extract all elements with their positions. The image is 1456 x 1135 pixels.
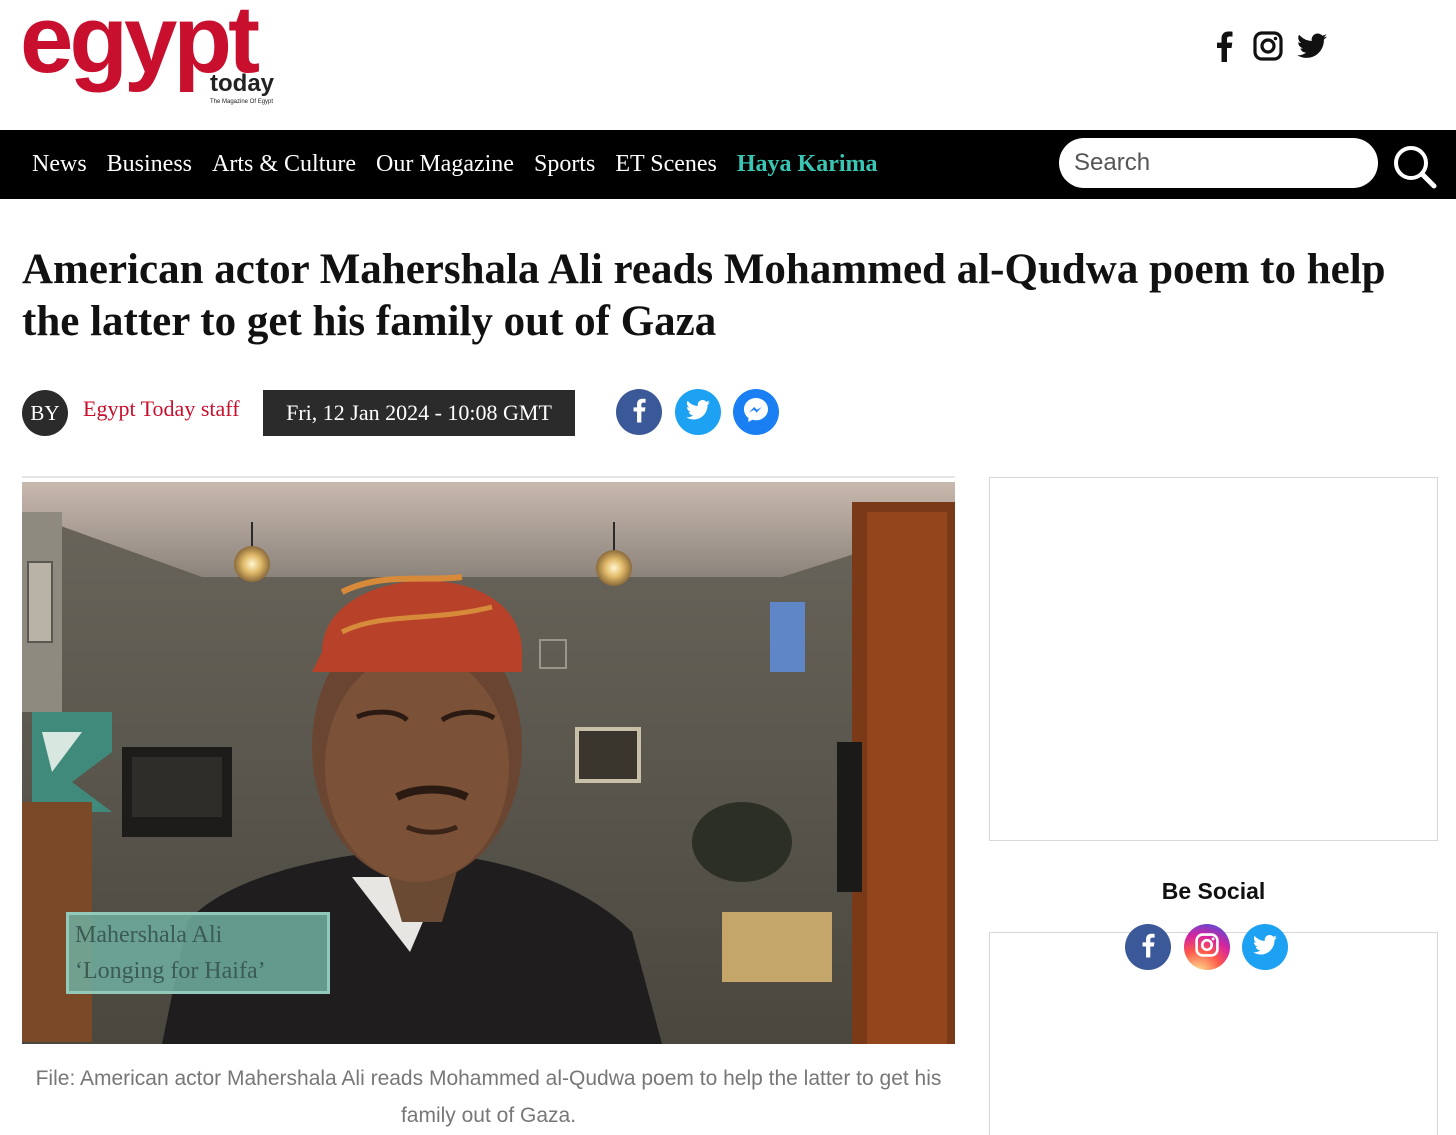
nav-item-haya-karima[interactable]: Haya Karima	[737, 151, 878, 178]
egypt-today-logo[interactable]: egypt today The Magazine Of Egypt	[20, 0, 300, 112]
search-box	[1059, 138, 1378, 188]
be-social-heading: Be Social	[1161, 878, 1266, 904]
photo-caption: File: American actor Mahershala Ali read…	[35, 1067, 942, 1127]
nav-item-et-scenes[interactable]: ET Scenes	[615, 151, 717, 178]
by-badge: BY	[22, 390, 68, 436]
author-link[interactable]: Egypt Today staff	[83, 396, 240, 422]
sidebar-ad-slot	[989, 477, 1438, 841]
share-twitter-button[interactable]	[675, 389, 721, 435]
nav-items: News Business Arts & Culture Our Magazin…	[32, 130, 878, 199]
instagram-icon	[1194, 932, 1220, 963]
nav-item-our-magazine[interactable]: Our Magazine	[376, 151, 514, 178]
nav-item-news[interactable]: News	[32, 151, 87, 178]
facebook-icon	[1141, 932, 1155, 963]
twitter-icon[interactable]	[1296, 28, 1328, 64]
site-header: egypt today The Magazine Of Egypt	[0, 0, 1456, 130]
facebook-icon	[632, 397, 646, 428]
article-photo[interactable]: Mahershala Ali ‘Longing for Haifa’	[22, 482, 955, 1044]
logo-tagline: The Magazine Of Egypt	[210, 99, 274, 105]
search-icon[interactable]	[1390, 142, 1438, 190]
sidebar-instagram-button[interactable]	[1184, 924, 1230, 970]
search-input[interactable]	[1074, 149, 1363, 177]
header-social-links	[1208, 28, 1328, 64]
lower-third-name: Mahershala Ali	[75, 922, 223, 948]
article-title: American actor Mahershala Ali reads Moha…	[22, 246, 1386, 345]
publish-date: Fri, 12 Jan 2024 - 10:08 GMT	[263, 390, 575, 436]
sidebar-facebook-button[interactable]	[1125, 924, 1171, 970]
nav-item-sports[interactable]: Sports	[534, 151, 595, 178]
twitter-icon	[686, 399, 710, 425]
content-divider	[22, 476, 955, 478]
facebook-icon[interactable]	[1208, 28, 1240, 64]
share-facebook-button[interactable]	[616, 389, 662, 435]
instagram-icon[interactable]	[1252, 28, 1284, 64]
nav-item-business[interactable]: Business	[107, 151, 192, 178]
logo-sub-text: today	[210, 70, 275, 97]
twitter-icon	[1253, 934, 1277, 960]
video-lower-third: Mahershala Ali ‘Longing for Haifa’	[66, 912, 330, 994]
messenger-icon	[742, 396, 770, 429]
share-messenger-button[interactable]	[733, 389, 779, 435]
sidebar-twitter-button[interactable]	[1242, 924, 1288, 970]
nav-item-arts-culture[interactable]: Arts & Culture	[212, 151, 356, 178]
lower-third-subtitle: ‘Longing for Haifa’	[75, 958, 266, 984]
